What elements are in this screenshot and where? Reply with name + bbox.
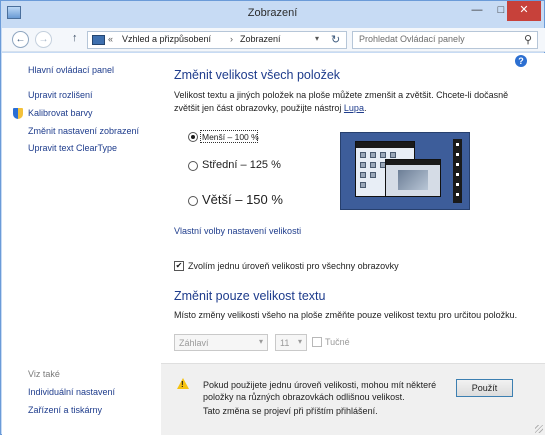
description-size-all: Velikost textu a jiných položek na ploše… <box>174 89 524 114</box>
shield-icon <box>13 108 23 119</box>
minimize-button[interactable]: — <box>465 1 489 21</box>
warning-line-1: Pokud použijete jednu úroveň velikosti, … <box>203 380 437 390</box>
sidebar-item-personalization[interactable]: Individuální nastavení <box>28 387 115 397</box>
warning-icon-mark: ! <box>181 380 184 389</box>
title-bar[interactable]: Zobrazení — □ ✕ <box>1 1 544 28</box>
resize-grip[interactable] <box>535 425 543 433</box>
warning-line-2: položky na různých obrazovkách odlišnou … <box>203 392 405 402</box>
up-button[interactable]: ↑ <box>72 32 78 44</box>
custom-sizing-link[interactable]: Vlastní volby nastavení velikosti <box>174 226 301 236</box>
sidebar-item-devices-printers[interactable]: Zařízení a tiskárny <box>28 405 102 415</box>
item-select-value: Záhlaví <box>179 338 209 348</box>
sidebar-item-calibrate[interactable]: Kalibrovat barvy <box>28 108 93 118</box>
control-panel-window: Zobrazení — □ ✕ ← → ↑ « Vzhled a přizpůs… <box>0 0 545 435</box>
navigation-bar: ← → ↑ « Vzhled a přizpůsobení › Zobrazen… <box>2 28 545 52</box>
chevron-left-icon[interactable]: « <box>108 34 113 44</box>
see-also-label: Viz také <box>28 369 60 379</box>
single-scale-label[interactable]: Zvolím jednu úroveň velikosti pro všechn… <box>188 261 399 271</box>
breadcrumb-separator-icon[interactable]: › <box>230 34 233 44</box>
magnifier-link[interactable]: Lupa <box>344 103 364 113</box>
refresh-icon[interactable]: ↻ <box>331 33 340 46</box>
radio-medium-label[interactable]: Střední – 125 % <box>202 159 281 171</box>
bold-checkbox[interactable] <box>312 337 322 347</box>
radio-smaller-label[interactable]: Menší – 100 % <box>202 132 259 142</box>
breadcrumb-appearance[interactable]: Vzhled a přizpůsobení <box>122 34 211 44</box>
breadcrumb-display[interactable]: Zobrazení <box>240 34 281 44</box>
chevron-down-icon[interactable]: ▾ <box>315 34 319 43</box>
single-scale-checkbox[interactable]: ✔ <box>174 261 184 271</box>
search-input[interactable]: Prohledat Ovládací panely ⚲ <box>352 31 538 49</box>
chevron-down-icon: ▾ <box>258 337 263 346</box>
bold-label[interactable]: Tučné <box>325 337 350 347</box>
content-area: Hlavní ovládací panel Upravit rozlišení … <box>2 53 545 435</box>
help-icon[interactable]: ? <box>515 55 527 67</box>
signin-note: Tato změna se projeví při příštím přihlá… <box>203 406 378 416</box>
preview-window-front <box>385 159 441 197</box>
heading-change-size-all: Změnit velikost všech položek <box>174 68 341 82</box>
description-text: Velikost textu a jiných položek na ploše… <box>174 90 509 113</box>
forward-button[interactable]: → <box>35 31 52 48</box>
display-settings-icon <box>92 35 105 45</box>
chevron-down-icon: ▾ <box>297 337 302 346</box>
item-select[interactable]: Záhlaví ▾ <box>174 334 268 351</box>
sidebar-item-home[interactable]: Hlavní ovládací panel <box>28 65 114 75</box>
radio-larger-label[interactable]: Větší – 150 % <box>202 192 283 207</box>
footer-panel: ! Pokud použijete jednu úroveň velikosti… <box>161 363 545 435</box>
radio-medium[interactable] <box>188 161 198 171</box>
description-text-size: Místo změny velikosti všeho na ploše změ… <box>174 310 518 320</box>
sidebar-item-resolution[interactable]: Upravit rozlišení <box>28 90 93 100</box>
back-button[interactable]: ← <box>12 31 29 48</box>
radio-smaller[interactable] <box>188 132 198 142</box>
heading-change-text-size: Změnit pouze velikost textu <box>174 289 326 303</box>
preview-taskbar <box>453 139 462 203</box>
font-size-select[interactable]: 11 ▾ <box>275 334 307 351</box>
sidebar-item-display-settings[interactable]: Změnit nastavení zobrazení <box>28 126 139 136</box>
search-placeholder: Prohledat Ovládací panely <box>359 34 465 44</box>
size-preview-image <box>340 132 470 210</box>
description-end: . <box>363 102 367 113</box>
radio-larger[interactable] <box>188 196 198 206</box>
window-title: Zobrazení <box>247 7 298 19</box>
close-button[interactable]: ✕ <box>507 1 541 21</box>
search-icon[interactable]: ⚲ <box>524 33 532 46</box>
address-bar[interactable]: « Vzhled a přizpůsobení › Zobrazení ▾ ↻ <box>87 31 347 49</box>
warning-text: Pokud použijete jednu úroveň velikosti, … <box>203 379 436 403</box>
font-size-value: 11 <box>280 338 290 348</box>
sidebar-item-cleartype[interactable]: Upravit text ClearType <box>28 143 117 153</box>
apply-button[interactable]: Použít <box>456 379 513 397</box>
